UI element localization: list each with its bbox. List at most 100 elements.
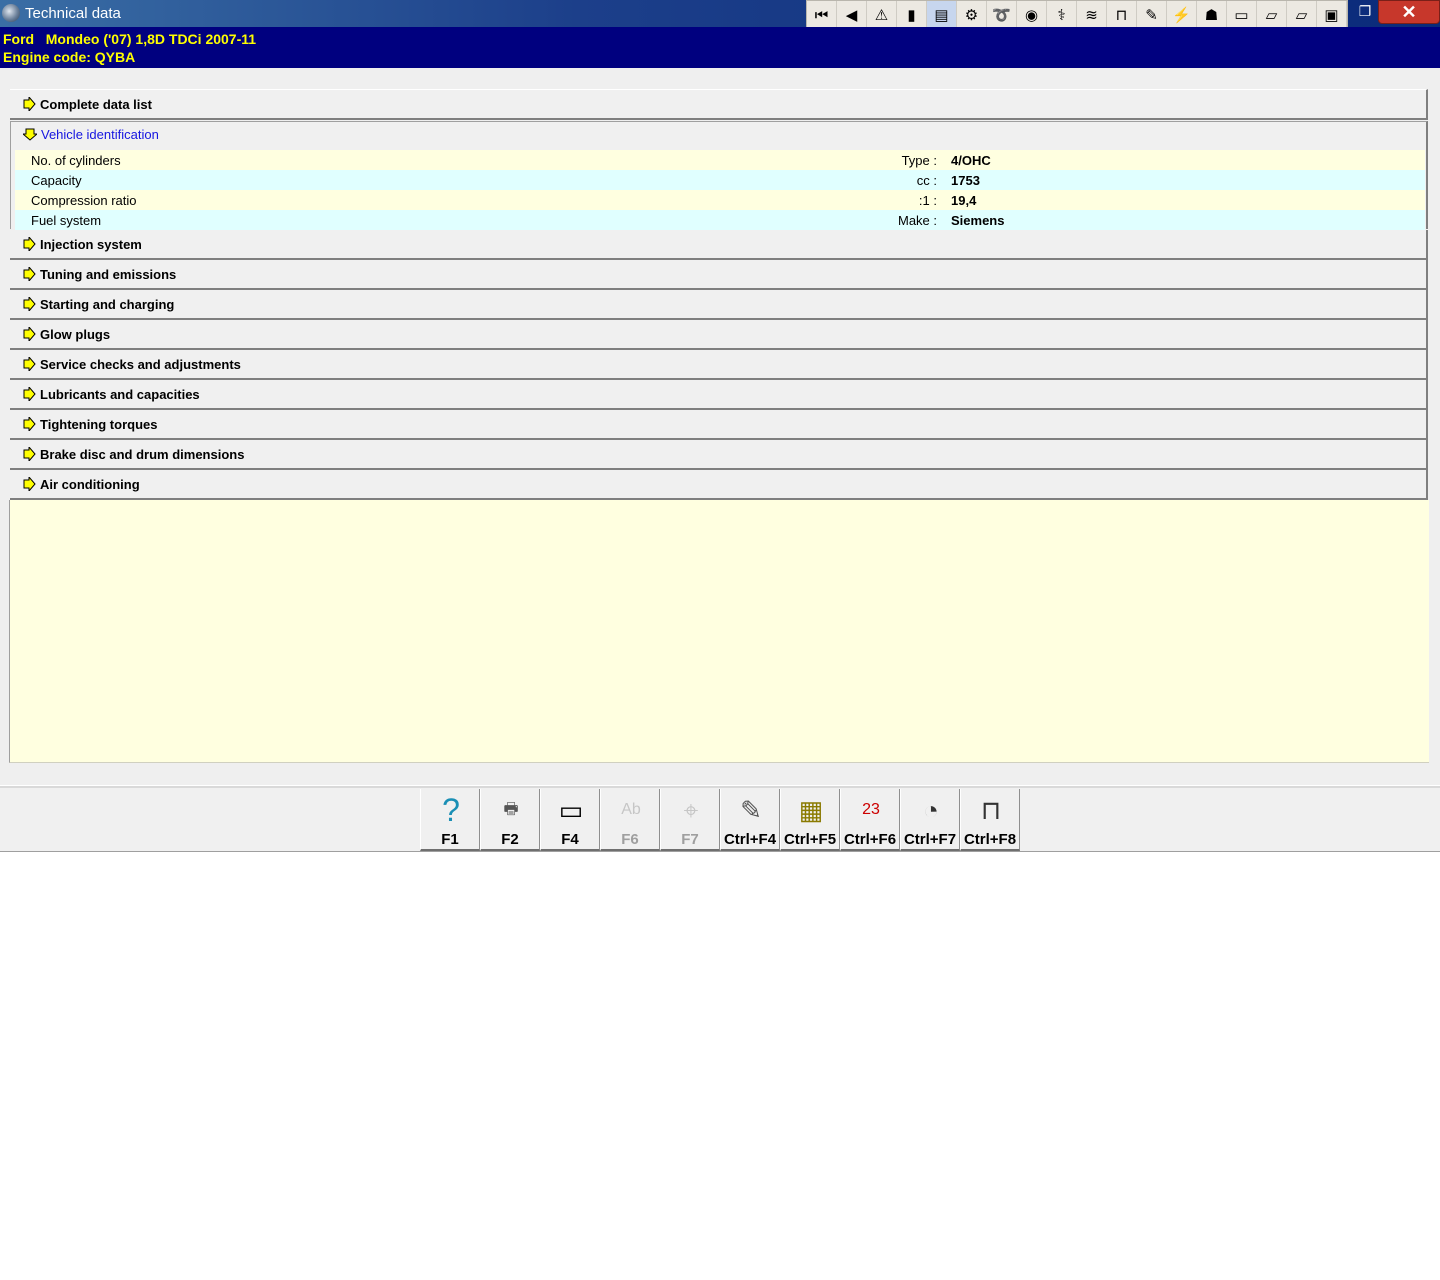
steps-icon: 23 — [862, 801, 880, 818]
speedometer-button[interactable]: ◉ — [1017, 1, 1047, 29]
empty-area — [9, 500, 1429, 763]
expand-arrow-icon — [23, 447, 36, 461]
section-complete-data-list[interactable]: Complete data list — [10, 89, 1428, 120]
expand-arrow-icon — [23, 327, 36, 341]
diagnostics-button[interactable]: ⚕ — [1047, 1, 1077, 29]
gear-icon: ⚙ — [964, 6, 979, 24]
font-icon: Ab — [621, 801, 641, 818]
relay-icon: ☗ — [1204, 6, 1219, 24]
row-value: Siemens — [951, 213, 1005, 228]
section-label: Starting and charging — [40, 297, 175, 312]
close-button[interactable]: ✕ — [1378, 0, 1440, 24]
ctrl-f7-button[interactable]: ◔ Ctrl+F7 — [900, 789, 960, 851]
key-label: F4 — [561, 831, 579, 848]
expand-arrow-icon — [23, 97, 36, 111]
help-icon: ? — [442, 792, 460, 828]
ctrl-f6-button[interactable]: 23 Ctrl+F6 — [840, 789, 900, 851]
row-name: Capacity — [31, 173, 82, 188]
f2-button[interactable]: 🖶 F2 — [480, 789, 540, 851]
vehicle-description: Ford Mondeo ('07) 1,8D TDCi 2007-11 — [3, 31, 257, 47]
engine-map-icon: ▤ — [934, 6, 949, 24]
f4-button[interactable]: ▭ F4 — [540, 789, 600, 851]
color-bars-button[interactable]: ▮ — [897, 1, 927, 29]
section-label: Service checks and adjustments — [40, 357, 241, 372]
car-dim-icon: ▱ — [1295, 6, 1308, 24]
data-panel: Complete data list Vehicle identificatio… — [0, 68, 1440, 785]
toolbar: ⏮ ◀ ⚠ ▮ ▤ ⚙ ➰ ◉ ⚕ ≋ ⊓ ✎ ⚡ ☗ ▭ ▱ ▱ ▣ — [806, 0, 1348, 30]
row-name: Fuel system — [31, 213, 102, 228]
notes-icon: ✎ — [740, 795, 762, 825]
color-bars-icon: ▮ — [907, 6, 916, 24]
belt-button[interactable]: ➰ — [987, 1, 1017, 29]
speedometer-icon: ◉ — [1024, 6, 1039, 24]
restore-button[interactable]: ❐ — [1352, 0, 1378, 22]
expand-arrow-icon — [23, 267, 36, 281]
function-keys: ? F1 🖶 F2 ▭ F4 Ab F6 ⌖ F7 ✎ Ctrl+F4 ▦ Ctrl+F5 23 Ctrl+F… — [420, 789, 1020, 851]
key-label: Ctrl+F8 — [963, 831, 1017, 848]
car-disabled-icon: ▱ — [1265, 6, 1278, 24]
engine-map-button[interactable]: ▤ — [927, 1, 957, 29]
section-starting-and-charging[interactable]: Starting and charging — [10, 290, 1428, 320]
section-injection-system[interactable]: Injection system — [10, 230, 1428, 260]
gear-button[interactable]: ⚙ — [957, 1, 987, 29]
section-brake-disc-and-drum-dimensions[interactable]: Brake disc and drum dimensions — [10, 440, 1428, 470]
lift-icon: ⊓ — [1115, 6, 1128, 24]
emissions-button[interactable]: ≋ — [1077, 1, 1107, 29]
expand-arrow-icon — [23, 477, 36, 491]
row-name: Compression ratio — [31, 193, 137, 208]
screen-icon: ▭ — [558, 795, 584, 825]
section-glow-plugs[interactable]: Glow plugs — [10, 320, 1428, 350]
row-value: 4/OHC — [951, 153, 991, 168]
vehicle-header: Ford Mondeo ('07) 1,8D TDCi 2007-11 Engi… — [0, 27, 1440, 68]
section-vehicle-identification: Vehicle identification No. of cylinders T… — [10, 121, 1428, 230]
ctrl-f8-button[interactable]: ⊓ Ctrl+F8 — [960, 789, 1020, 851]
row-unit: Make : — [897, 213, 937, 228]
section-tightening-torques[interactable]: Tightening torques — [10, 410, 1428, 440]
warning-button[interactable]: ⚠ — [867, 1, 897, 29]
key-label: Ctrl+F5 — [783, 831, 837, 848]
car-outline-button[interactable]: ▭ — [1227, 1, 1257, 29]
app-icon — [2, 4, 20, 22]
section-label: Tightening torques — [40, 417, 158, 432]
collapse-arrow-icon[interactable] — [23, 127, 37, 141]
lift-button[interactable]: ⊓ — [1107, 1, 1137, 29]
gauges-icon: ◔ — [923, 795, 939, 825]
f7-button[interactable]: ⌖ F7 — [660, 789, 720, 851]
relay-button[interactable]: ☗ — [1197, 1, 1227, 29]
section-label[interactable]: Vehicle identification — [41, 127, 159, 142]
data-row: Fuel system Make : Siemens — [15, 210, 1425, 230]
back-button[interactable]: ◀ — [837, 1, 867, 29]
car-dim-button[interactable]: ▱ — [1287, 1, 1317, 29]
data-row: No. of cylinders Type : 4/OHC — [15, 150, 1425, 170]
fuse-button[interactable]: ⚡ — [1167, 1, 1197, 29]
expand-arrow-icon — [23, 387, 36, 401]
car-disabled-button[interactable]: ▱ — [1257, 1, 1287, 29]
section-label: Injection system — [40, 237, 142, 252]
window-controls: ❐ ✕ — [1352, 0, 1440, 24]
belt-icon: ➰ — [992, 6, 1011, 24]
key-label: Ctrl+F6 — [843, 831, 897, 848]
section-label: Glow plugs — [40, 327, 111, 342]
car-red-button[interactable]: ▣ — [1317, 1, 1347, 29]
ctrl-f5-button[interactable]: ▦ Ctrl+F5 — [780, 789, 840, 851]
printer-icon: 🖶 — [503, 801, 519, 818]
window-title: Technical data — [25, 5, 121, 22]
ctrl-f4-button[interactable]: ✎ Ctrl+F4 — [720, 789, 780, 851]
row-value: 19,4 — [951, 193, 977, 208]
section-lubricants-and-capacities[interactable]: Lubricants and capacities — [10, 380, 1428, 410]
section-air-conditioning[interactable]: Air conditioning — [10, 470, 1428, 500]
emissions-icon: ≋ — [1085, 6, 1098, 24]
car-red-icon: ▣ — [1324, 6, 1339, 24]
section-service-checks-and-adjustments[interactable]: Service checks and adjustments — [10, 350, 1428, 380]
row-unit: Type : — [901, 153, 937, 168]
first-button[interactable]: ⏮ — [807, 1, 837, 29]
data-row: Compression ratio:1 : 19,4 — [15, 190, 1425, 210]
key-label: F2 — [501, 831, 519, 848]
f1-button[interactable]: ? F1 — [420, 789, 480, 851]
f6-button[interactable]: Ab F6 — [600, 789, 660, 851]
row-unit: cc : — [916, 173, 937, 188]
parts-button[interactable]: ✎ — [1137, 1, 1167, 29]
section-tuning-and-emissions[interactable]: Tuning and emissions — [10, 260, 1428, 290]
expand-arrow-icon — [23, 357, 36, 371]
key-label: Ctrl+F4 — [723, 831, 777, 848]
